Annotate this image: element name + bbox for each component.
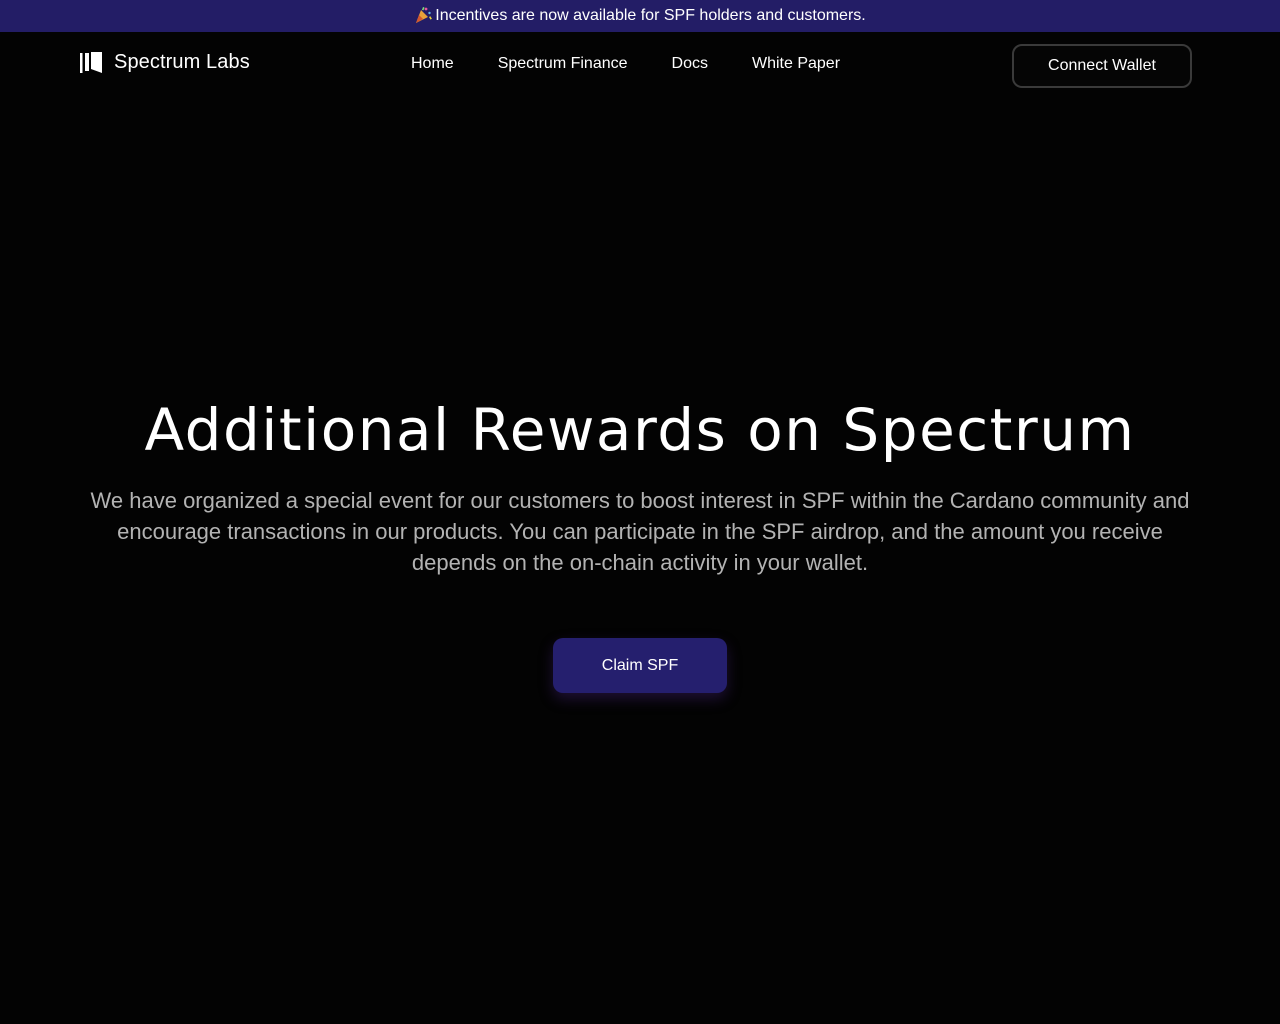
nav-spectrum-finance[interactable]: Spectrum Finance xyxy=(498,55,628,73)
party-popper-icon xyxy=(414,6,433,24)
spectrum-logo-icon xyxy=(80,51,103,74)
nav-white-paper[interactable]: White Paper xyxy=(752,55,840,73)
announcement-banner: Incentives are now available for SPF hol… xyxy=(0,0,1280,32)
logo-text: Spectrum Labs xyxy=(114,51,250,73)
site-header: Spectrum Labs Home Spectrum Finance Docs… xyxy=(0,32,1280,100)
nav-home[interactable]: Home xyxy=(411,55,454,73)
logo-link[interactable]: Spectrum Labs xyxy=(80,51,250,74)
connect-wallet-button[interactable]: Connect Wallet xyxy=(1012,44,1192,88)
banner-text: Incentives are now available for SPF hol… xyxy=(435,7,866,24)
hero-title: Additional Rewards on Spectrum xyxy=(144,396,1136,464)
hero-description: We have organized a special event for ou… xyxy=(90,488,1190,575)
claim-spf-button[interactable]: Claim SPF xyxy=(553,638,727,693)
nav-docs[interactable]: Docs xyxy=(672,55,708,73)
main-nav: Home Spectrum Finance Docs White Paper xyxy=(411,55,884,73)
